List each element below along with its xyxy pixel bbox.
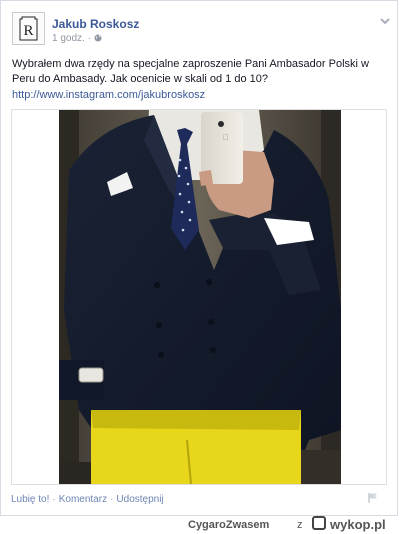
svg-text::  [223, 133, 229, 142]
post-link[interactable]: http://www.instagram.com/jakubroskosz [12, 89, 205, 101]
watermark-user: CygaroZwasem [188, 519, 270, 531]
chevron-down-icon[interactable] [379, 16, 391, 26]
post-time[interactable]: 1 godz. [52, 33, 85, 44]
watermark-connector: z [297, 519, 303, 531]
share-link[interactable]: Udostępnij [116, 494, 163, 505]
watermark-brand: wykop.pl [330, 517, 386, 532]
post-text: Wybrałem dwa rzędy na specjalne zaprosze… [12, 58, 369, 85]
post-actions: Lubię to! · Komentarz · Udostępnij [11, 494, 164, 505]
comment-link[interactable]: Komentarz [59, 494, 107, 505]
avatar-letter: R [23, 23, 33, 39]
action-separator: · [52, 494, 56, 505]
flag-icon[interactable] [367, 492, 379, 504]
globe-icon[interactable] [94, 34, 102, 42]
wykop-logo-icon [312, 516, 326, 530]
mirror-selfie-image:  [59, 110, 341, 484]
author-avatar[interactable]: R [12, 12, 45, 45]
like-link[interactable]: Lubię to! [11, 494, 49, 505]
author-name[interactable]: Jakub Roskosz [52, 17, 139, 31]
post-meta: 1 godz. · [52, 33, 102, 44]
avatar-logo-icon: R [19, 16, 38, 41]
post-photo[interactable]:  [59, 110, 341, 484]
